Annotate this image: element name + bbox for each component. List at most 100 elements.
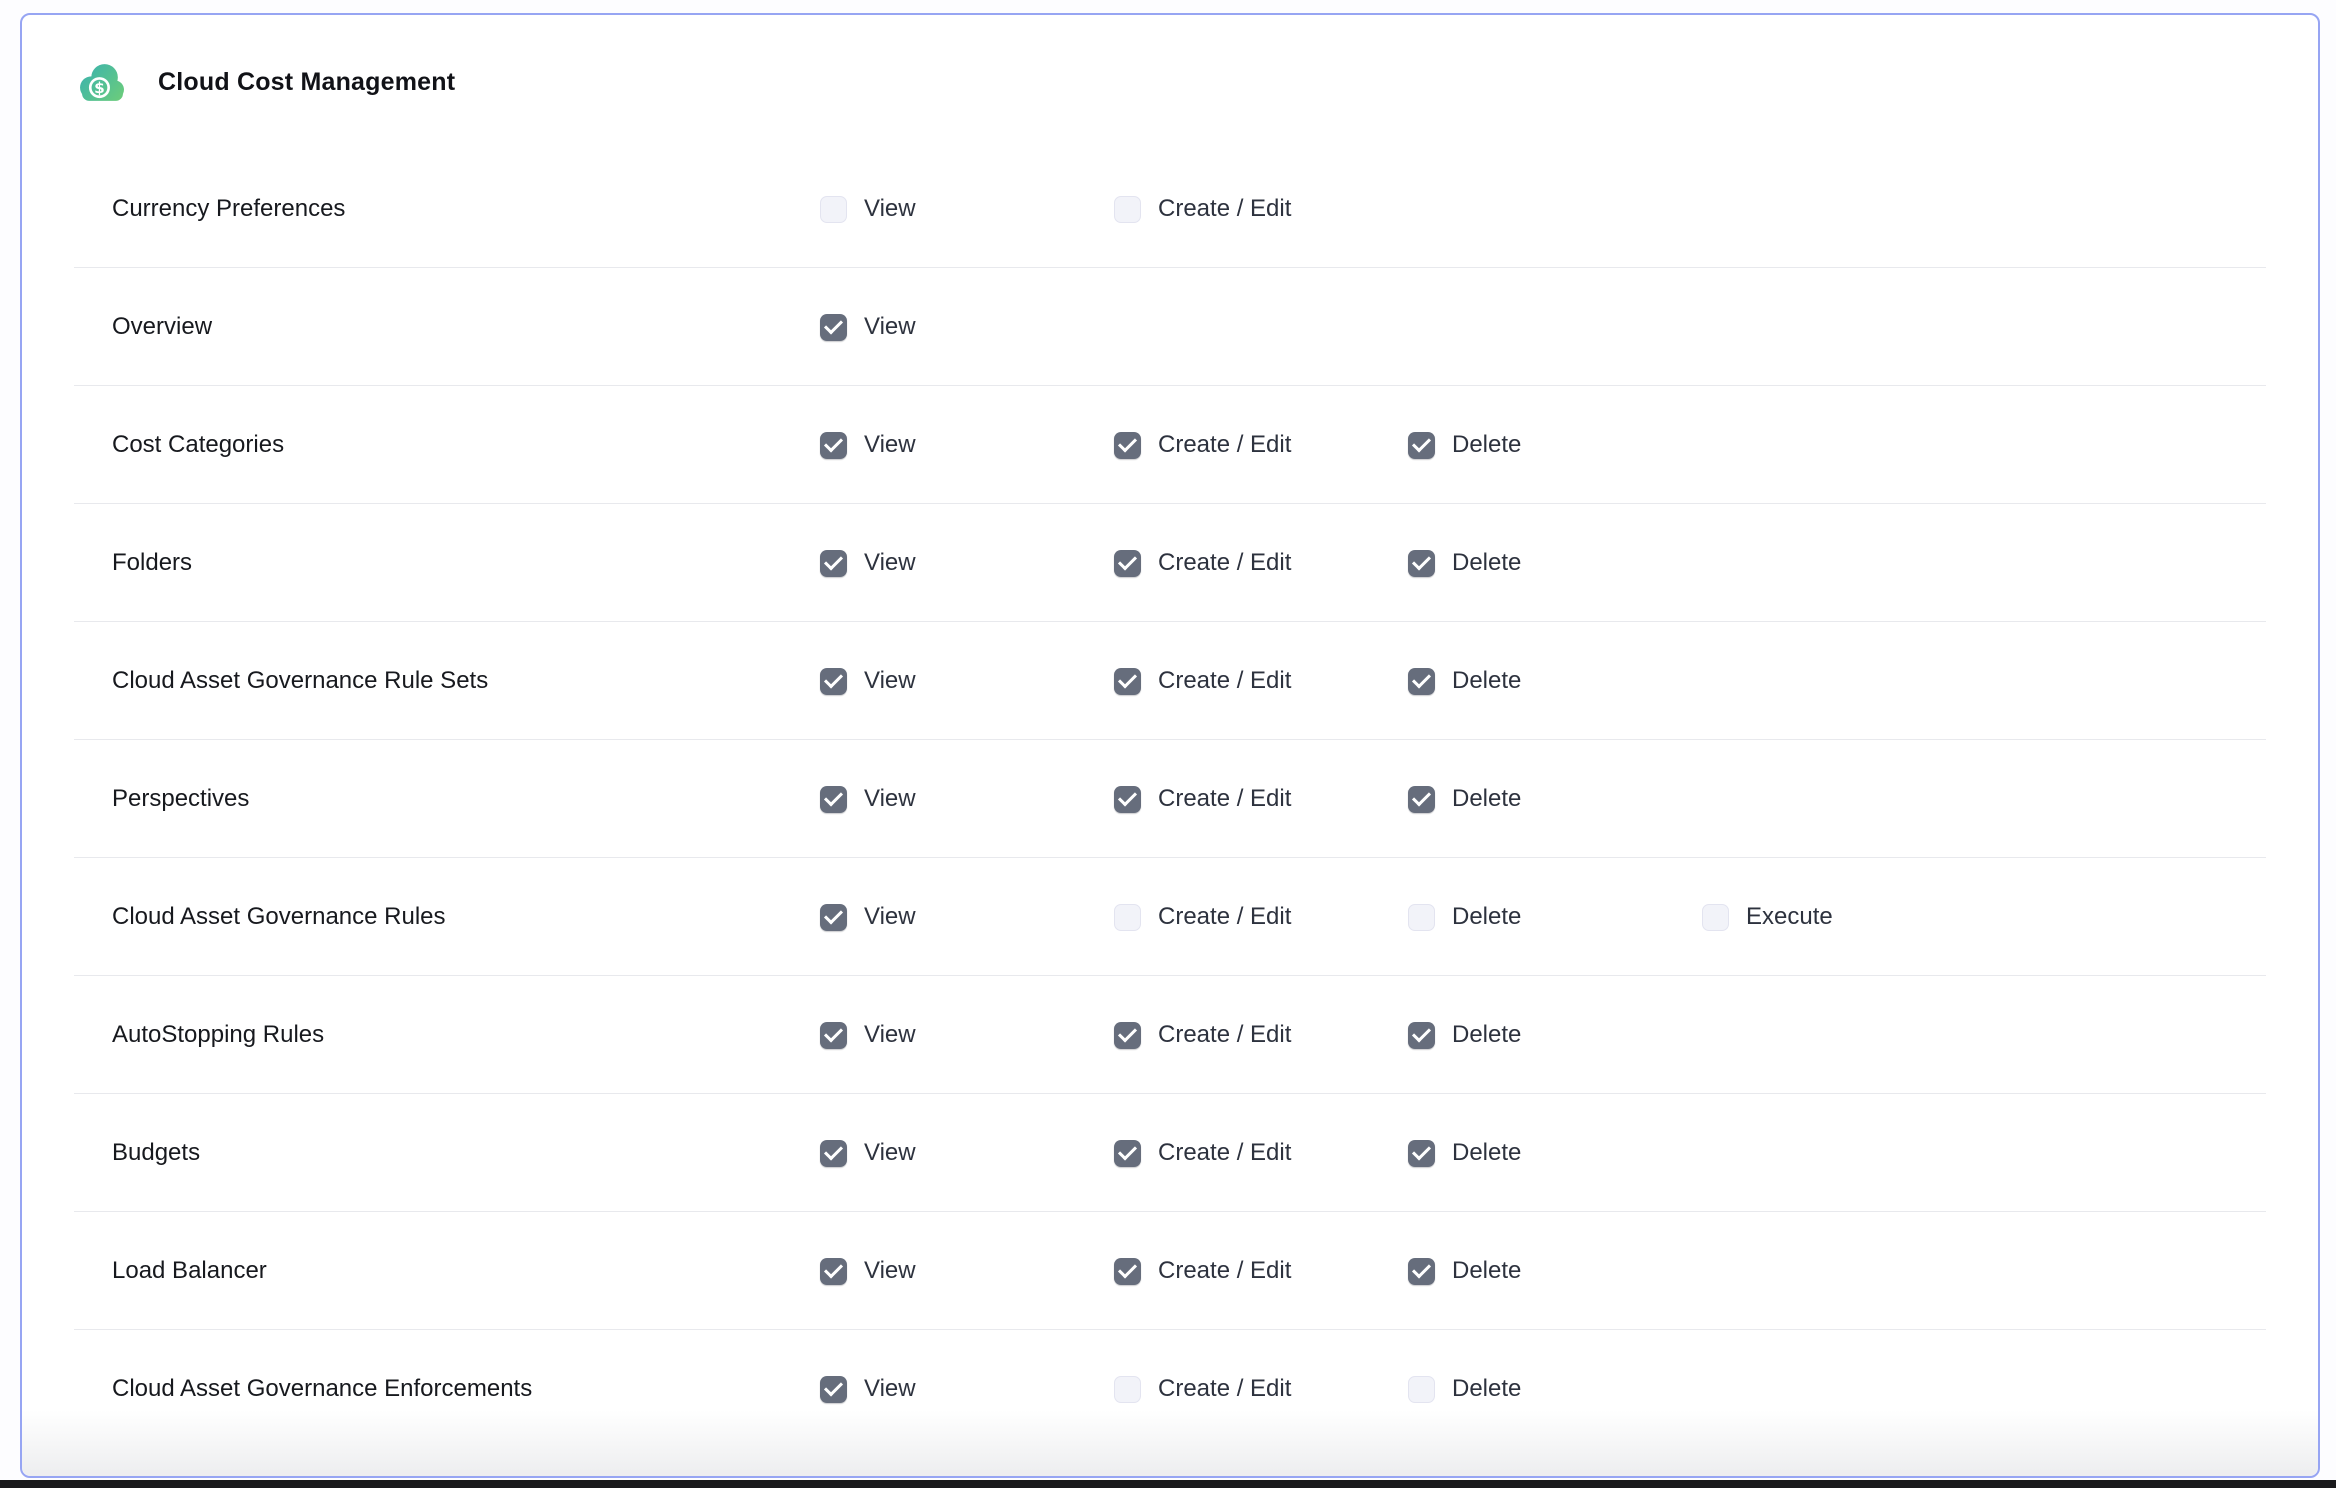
create-edit-checkbox[interactable] (1114, 668, 1141, 695)
view-checkbox[interactable] (820, 668, 847, 695)
permission-label: View (864, 313, 916, 341)
delete-checkbox[interactable] (1408, 668, 1435, 695)
resource-label: Cloud Asset Governance Enforcements (112, 1375, 820, 1403)
create-edit-checkbox[interactable] (1114, 1022, 1141, 1049)
view-permission: View (820, 313, 1114, 341)
page-background: $ Cloud Cost Management Currency Prefere… (0, 0, 2336, 1488)
permission-label: View (864, 1021, 916, 1049)
view-checkbox[interactable] (820, 550, 847, 577)
permission-label: Delete (1452, 903, 1521, 931)
create-edit-checkbox[interactable] (1114, 1140, 1141, 1167)
create-edit-permission: Create / Edit (1114, 549, 1408, 577)
delete-permission: Delete (1408, 1021, 1702, 1049)
view-checkbox[interactable] (820, 196, 847, 223)
delete-checkbox[interactable] (1408, 432, 1435, 459)
svg-text:$: $ (94, 79, 105, 97)
resource-label: Cloud Asset Governance Rule Sets (112, 667, 820, 695)
view-checkbox[interactable] (820, 1140, 847, 1167)
resource-label: Folders (112, 549, 820, 577)
permissions-list: Currency Preferences ViewCreate / Edit O… (22, 150, 2318, 1448)
permission-label: View (864, 785, 916, 813)
view-checkbox[interactable] (820, 786, 847, 813)
permission-label: Delete (1452, 431, 1521, 459)
create-edit-checkbox[interactable] (1114, 1258, 1141, 1285)
permission-label: View (864, 431, 916, 459)
create-edit-checkbox[interactable] (1114, 904, 1141, 931)
permission-label: Delete (1452, 1139, 1521, 1167)
resource-label: Perspectives (112, 785, 820, 813)
resource-label: Currency Preferences (112, 195, 820, 223)
permission-label: Delete (1452, 1375, 1521, 1403)
delete-permission: Delete (1408, 903, 1702, 931)
permission-row-cost-categories: Cost Categories View Create / Edit Delete (22, 386, 2318, 504)
view-checkbox[interactable] (820, 1376, 847, 1403)
permission-row-load-balancer: Load Balancer ViewCreate / EditDelete (22, 1212, 2318, 1330)
permission-label: Create / Edit (1158, 549, 1291, 577)
permission-row-folders: Folders View Create / Edit Delete (22, 504, 2318, 622)
delete-checkbox[interactable] (1408, 1376, 1435, 1403)
permission-label: Delete (1452, 785, 1521, 813)
create-edit-permission: Create / Edit (1114, 785, 1408, 813)
permission-label: Create / Edit (1158, 1139, 1291, 1167)
delete-checkbox[interactable] (1408, 1258, 1435, 1285)
delete-permission: Delete (1408, 1257, 1702, 1285)
permission-row-cloud-asset-governance-enforcements: Cloud Asset Governance Enforcements View… (22, 1330, 2318, 1448)
permission-label: View (864, 903, 916, 931)
execute-checkbox[interactable] (1702, 904, 1729, 931)
view-checkbox[interactable] (820, 1258, 847, 1285)
delete-permission: Delete (1408, 785, 1702, 813)
resource-label: AutoStopping Rules (112, 1021, 820, 1049)
delete-permission: Delete (1408, 667, 1702, 695)
create-edit-checkbox[interactable] (1114, 786, 1141, 813)
cloud-cost-management-permissions-card: $ Cloud Cost Management Currency Prefere… (20, 13, 2320, 1478)
resource-label: Load Balancer (112, 1257, 820, 1285)
create-edit-permission: Create / Edit (1114, 667, 1408, 695)
create-edit-permission: Create / Edit (1114, 1257, 1408, 1285)
delete-checkbox[interactable] (1408, 786, 1435, 813)
view-permission: View (820, 549, 1114, 577)
permission-label: Execute (1746, 903, 1833, 931)
permission-label: Create / Edit (1158, 1021, 1291, 1049)
create-edit-checkbox[interactable] (1114, 550, 1141, 577)
view-permission: View (820, 431, 1114, 459)
permission-label: View (864, 667, 916, 695)
permission-label: Delete (1452, 549, 1521, 577)
module-title: Cloud Cost Management (158, 68, 455, 97)
cloud-dollar-icon: $ (78, 62, 125, 103)
delete-checkbox[interactable] (1408, 550, 1435, 577)
delete-permission: Delete (1408, 431, 1702, 459)
create-edit-checkbox[interactable] (1114, 196, 1141, 223)
view-permission: View (820, 785, 1114, 813)
create-edit-permission: Create / Edit (1114, 1021, 1408, 1049)
permission-label: View (864, 1375, 916, 1403)
resource-label: Overview (112, 313, 820, 341)
create-edit-checkbox[interactable] (1114, 1376, 1141, 1403)
execute-permission: Execute (1702, 903, 2318, 931)
permission-label: Create / Edit (1158, 195, 1291, 223)
permission-label: Create / Edit (1158, 903, 1291, 931)
permission-row-overview: Overview View (22, 268, 2318, 386)
permission-label: View (864, 549, 916, 577)
create-edit-checkbox[interactable] (1114, 432, 1141, 459)
resource-label: Cost Categories (112, 431, 820, 459)
permission-row-cloud-asset-governance-rules: Cloud Asset Governance Rules View Create … (22, 858, 2318, 976)
permission-row-cloud-asset-governance-rule-sets: Cloud Asset Governance Rule Sets View Cre… (22, 622, 2318, 740)
resource-label: Cloud Asset Governance Rules (112, 903, 820, 931)
delete-permission: Delete (1408, 1375, 1702, 1403)
permission-label: Delete (1452, 1021, 1521, 1049)
delete-checkbox[interactable] (1408, 1140, 1435, 1167)
delete-checkbox[interactable] (1408, 904, 1435, 931)
permission-label: Delete (1452, 667, 1521, 695)
create-edit-permission: Create / Edit (1114, 1375, 1408, 1403)
create-edit-permission: Create / Edit (1114, 431, 1408, 459)
view-permission: View (820, 667, 1114, 695)
delete-checkbox[interactable] (1408, 1022, 1435, 1049)
view-permission: View (820, 1021, 1114, 1049)
view-checkbox[interactable] (820, 904, 847, 931)
view-checkbox[interactable] (820, 432, 847, 459)
permission-row-currency-preferences: Currency Preferences ViewCreate / Edit (22, 150, 2318, 268)
view-checkbox[interactable] (820, 314, 847, 341)
view-checkbox[interactable] (820, 1022, 847, 1049)
permission-label: Create / Edit (1158, 785, 1291, 813)
view-permission: View (820, 1375, 1114, 1403)
